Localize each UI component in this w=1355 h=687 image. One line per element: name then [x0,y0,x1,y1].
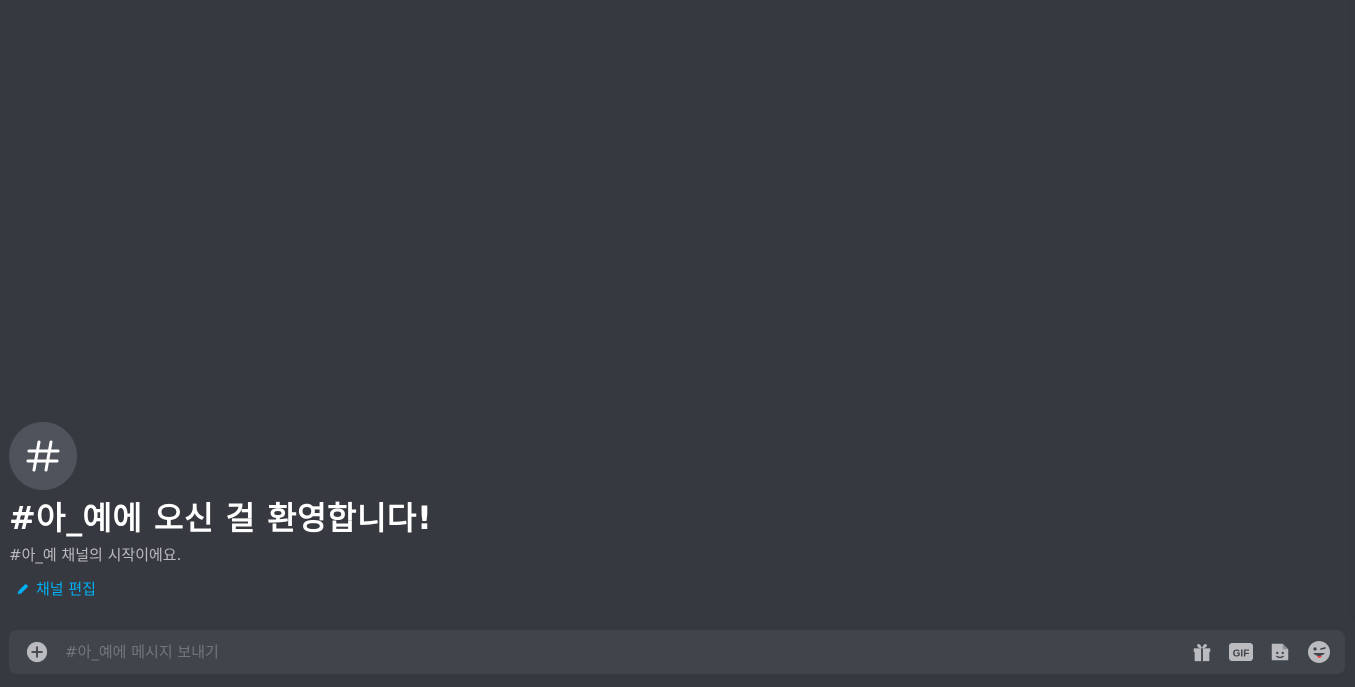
welcome-subtitle: #아_예 채널의 시작이에요. [9,546,182,564]
gift-button[interactable] [1190,640,1214,664]
emoji-icon [1308,641,1330,663]
attach-button[interactable] [25,640,49,664]
pencil-icon [17,583,29,595]
gif-icon: GIF [1229,643,1253,661]
svg-text:GIF: GIF [1233,649,1250,660]
message-input[interactable] [65,630,1175,674]
gift-icon [1193,643,1211,662]
scrollbar[interactable] [1349,0,1355,620]
channel-welcome: #아_예에 오신 걸 환영합니다! #아_예 채널의 시작이에요. 채널 편집 [9,422,432,598]
composer-buttons: GIF [1175,640,1331,664]
edit-channel-label: 채널 편집 [36,580,96,598]
welcome-title: #아_예에 오신 걸 환영합니다! [9,499,433,537]
message-composer: GIF [9,630,1345,674]
emoji-button[interactable] [1307,640,1331,664]
gif-button[interactable]: GIF [1229,640,1253,664]
channel-icon-badge [9,422,77,490]
chat-area: #아_예에 오신 걸 환영합니다! #아_예 채널의 시작이에요. 채널 편집 [0,0,1355,687]
edit-channel-link[interactable]: 채널 편집 [16,579,96,599]
sticker-icon [1271,643,1289,661]
sticker-button[interactable] [1268,640,1292,664]
hash-icon [26,440,60,472]
plus-circle-icon [26,641,48,663]
